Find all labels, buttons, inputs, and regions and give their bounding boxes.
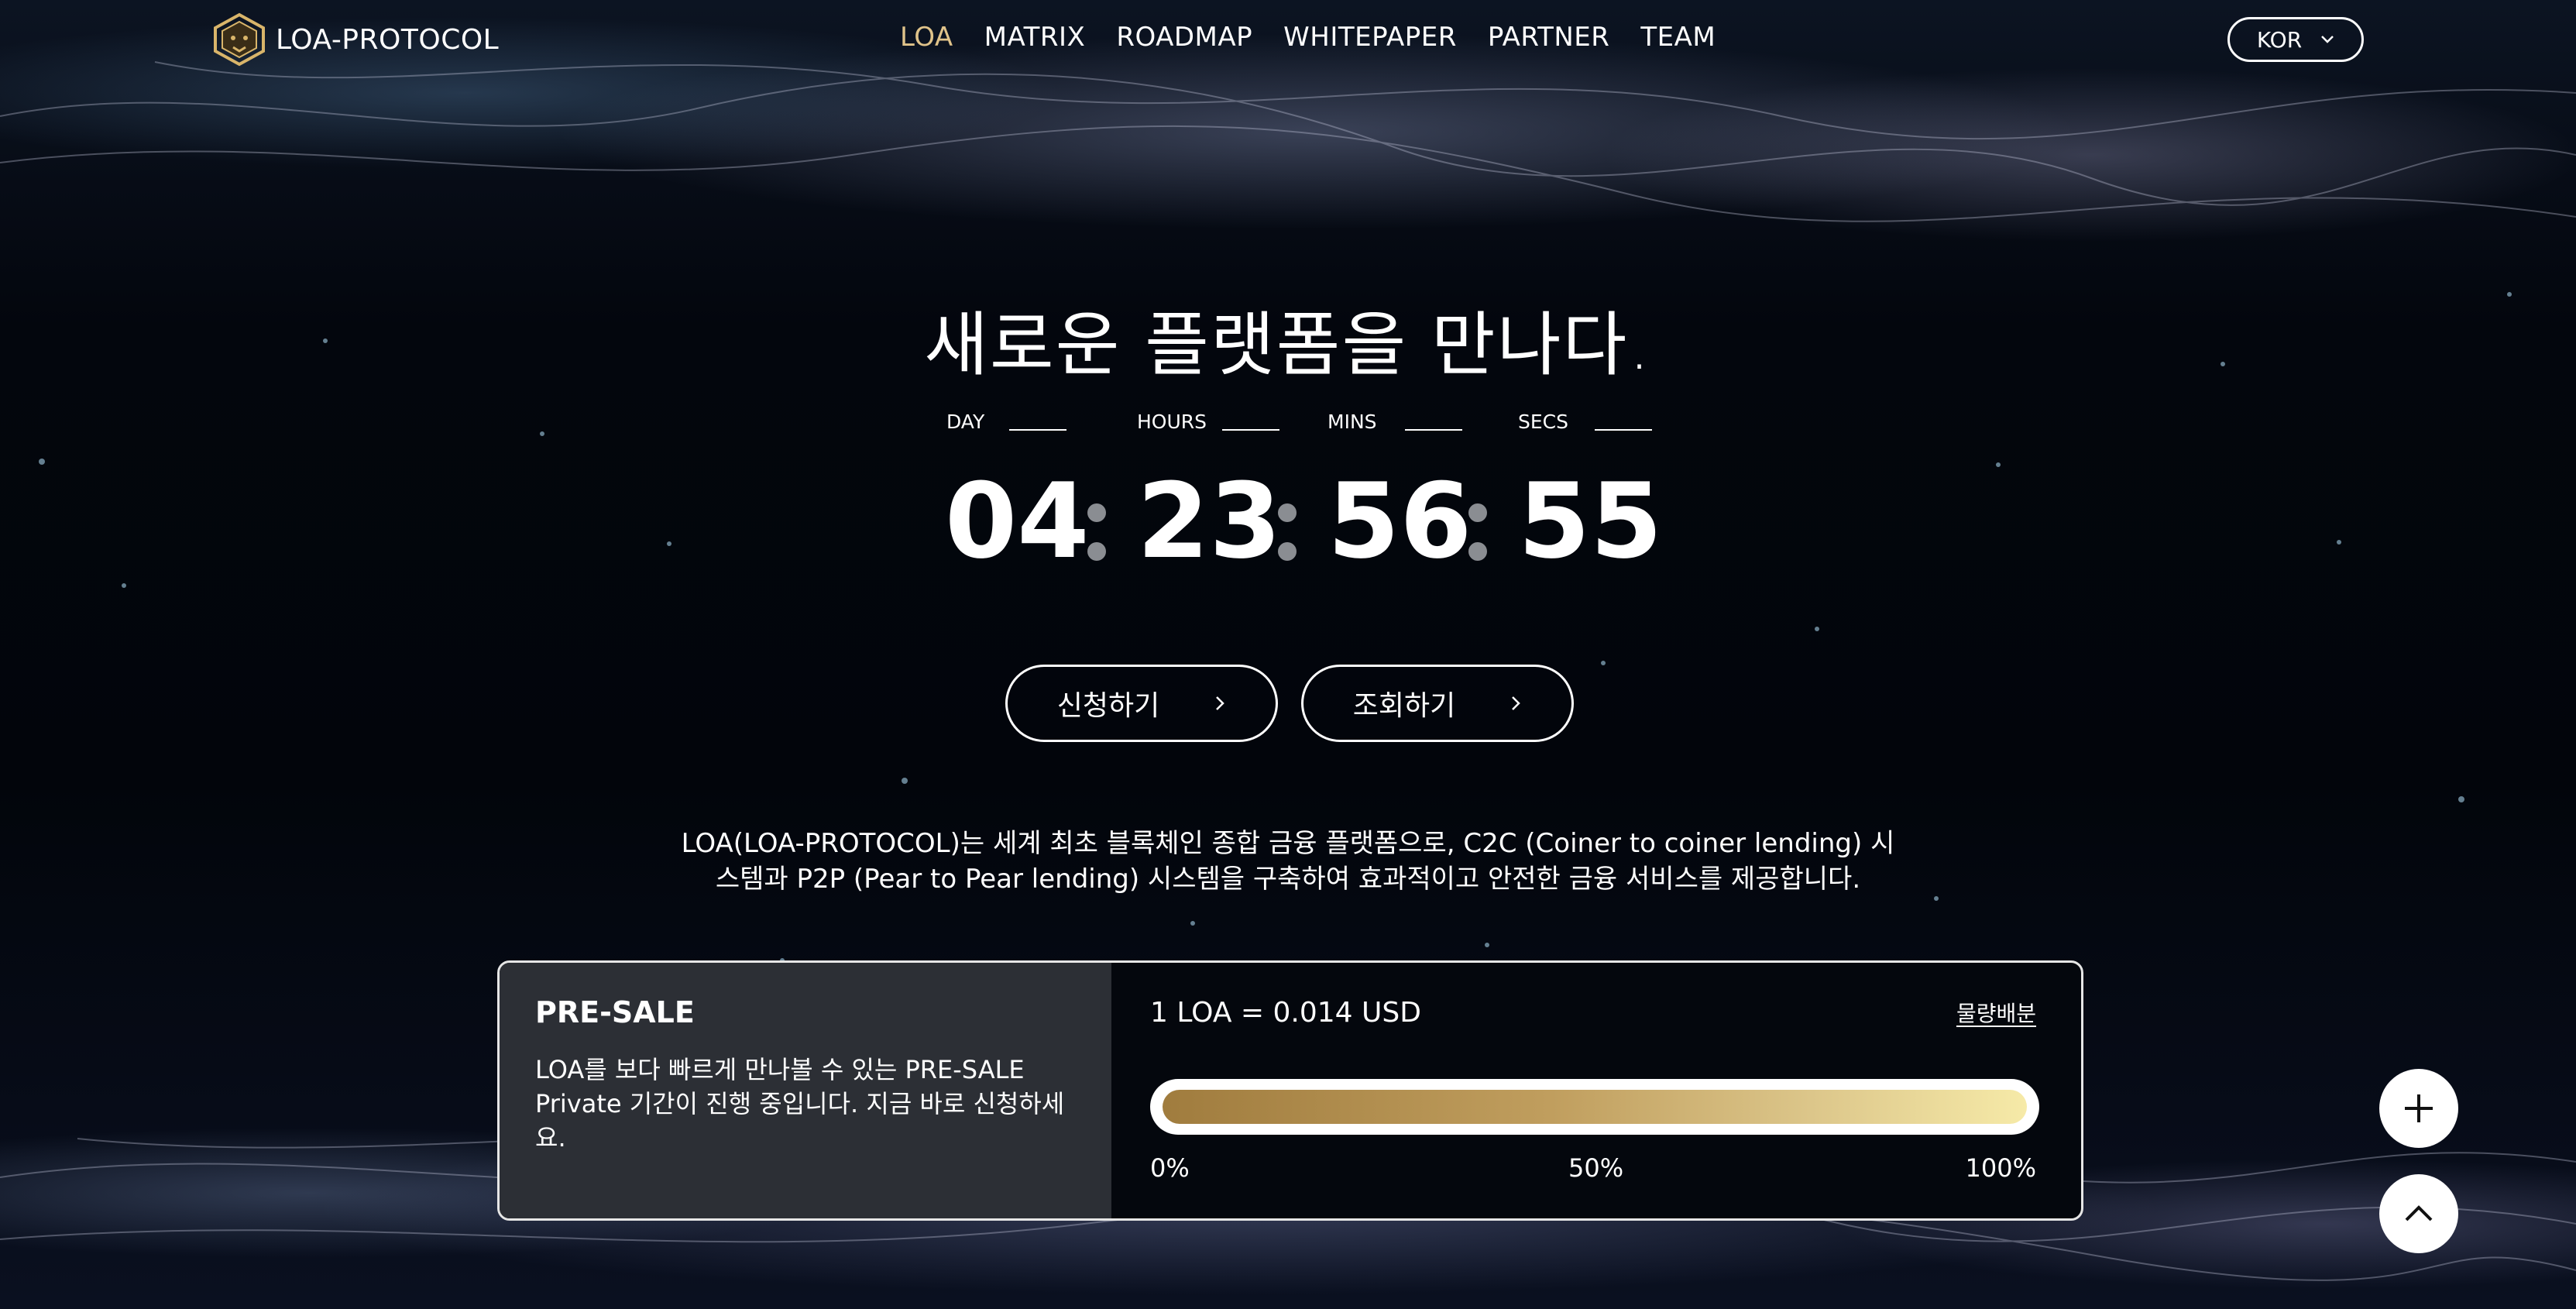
countdown-label-hours: HOURS	[1137, 411, 1280, 433]
progress-tick-0: 0%	[1150, 1153, 1190, 1183]
brand-logo[interactable]: LOA-PROTOCOL	[211, 12, 499, 67]
countdown-separator	[1468, 503, 1487, 573]
chevron-up-icon	[2405, 1205, 2433, 1221]
chevron-right-icon	[1216, 696, 1225, 710]
apply-button[interactable]: 신청하기	[1005, 665, 1278, 742]
nav-item-whitepaper[interactable]: WHITEPAPER	[1283, 22, 1457, 53]
nav-item-loa[interactable]: LOA	[900, 22, 953, 53]
countdown-days: 04	[945, 461, 1090, 582]
presale-progress-panel: 1 LOA = 0.014 USD 물량배분 0% 50% 100%	[1111, 963, 2081, 1218]
nav-item-roadmap[interactable]: ROADMAP	[1116, 22, 1252, 53]
countdown-hours: 23	[1137, 461, 1282, 582]
plus-icon	[2405, 1094, 2433, 1122]
loa-lion-logo-icon	[214, 12, 265, 67]
countdown-timer: 04 23 56 55	[945, 461, 1662, 582]
presale-title: PRE-SALE	[535, 995, 695, 1029]
allocation-link[interactable]: 물량배분	[1956, 997, 2036, 1028]
nav-item-partner[interactable]: PARTNER	[1488, 22, 1610, 53]
presale-description: LOA를 보다 빠르게 만나볼 수 있는 PRE-SALE Private 기간…	[535, 1055, 1065, 1153]
main-nav: LOA MATRIX ROADMAP WHITEPAPER PARTNER TE…	[900, 22, 1716, 53]
scroll-to-top-button[interactable]	[2379, 1174, 2458, 1253]
apply-button-label: 신청하기	[1056, 689, 1160, 721]
token-price: 1 LOA = 0.014 USD	[1150, 997, 1421, 1029]
countdown-separator	[1087, 503, 1106, 573]
presale-info-panel: PRE-SALE LOA를 보다 빠르게 만나볼 수 있는 PRE-SALE P…	[500, 963, 1111, 1218]
expand-menu-button[interactable]	[2379, 1069, 2458, 1148]
inquiry-button[interactable]: 조회하기	[1301, 665, 1574, 742]
countdown-label-mins: MINS	[1327, 411, 1462, 433]
inquiry-button-label: 조회하기	[1352, 689, 1456, 721]
chevron-right-icon	[1512, 696, 1521, 710]
nav-item-matrix[interactable]: MATRIX	[984, 22, 1086, 53]
language-selector[interactable]: KOR	[2227, 17, 2364, 62]
progress-tick-50: 50%	[1568, 1153, 1624, 1183]
countdown-mins: 56	[1327, 461, 1472, 582]
countdown-labels: DAY HOURS MINS SECS	[945, 411, 1657, 441]
countdown-separator	[1278, 503, 1297, 573]
countdown-label-day: DAY	[946, 411, 1067, 433]
presale-progress-fill	[1163, 1090, 2027, 1124]
language-label: KOR	[2256, 26, 2303, 53]
presale-progress-bar	[1150, 1079, 2039, 1135]
hero-description: LOA(LOA-PROTOCOL)는 세계 최초 블록체인 종합 금융 플랫폼으…	[681, 828, 1895, 895]
progress-tick-100: 100%	[1965, 1153, 2036, 1183]
brand-name: LOA-PROTOCOL	[276, 23, 500, 56]
countdown-label-secs: SECS	[1518, 411, 1652, 433]
countdown-secs: 55	[1518, 461, 1663, 582]
presale-card: PRE-SALE LOA를 보다 빠르게 만나볼 수 있는 PRE-SALE P…	[497, 960, 2083, 1221]
chevron-down-icon	[2321, 36, 2334, 43]
hero-title: 새로운 플랫폼을 만나다.	[924, 304, 1652, 386]
nav-item-team[interactable]: TEAM	[1640, 22, 1716, 53]
